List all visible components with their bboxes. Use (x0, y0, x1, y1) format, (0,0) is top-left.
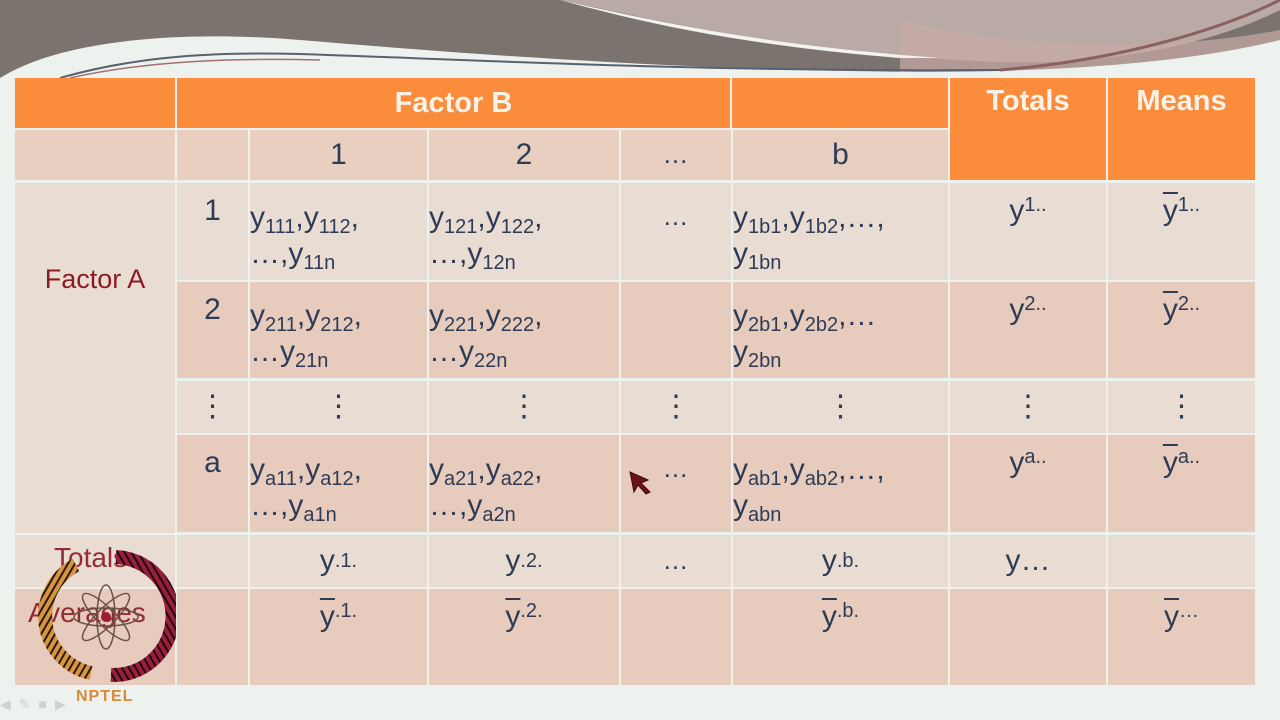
data-cell: ⋮ (733, 381, 948, 433)
averages-row-total-empty (950, 589, 1106, 685)
level-b-2: 2 (429, 130, 619, 180)
data-cell: y221,y222, …y22n (429, 282, 619, 378)
next-slide-icon[interactable]: ▶ (55, 696, 74, 712)
column-average: y .b. (733, 589, 948, 685)
cell-line-2: y2bn (733, 335, 782, 372)
cell-line-2: …y21n (250, 335, 329, 372)
cell-line-2: …,y11n (250, 236, 336, 274)
prev-slide-icon[interactable]: ◀ (0, 696, 19, 712)
subheader-empty-0 (15, 130, 175, 180)
cell-line-1: y211,y212, (250, 299, 362, 336)
cell-line-1: y1b1,y1b2,…, (733, 200, 885, 238)
totals-row-mean-empty (1108, 535, 1255, 587)
data-cell: y1b1,y1b2,…, y1bn (733, 183, 948, 280)
factor-a-level-1: 1 (177, 183, 248, 280)
factor-a-level-2: 2 (177, 282, 248, 378)
row-total: y 1.. (950, 183, 1106, 280)
data-cell: ⋮ (250, 381, 427, 433)
data-cell (621, 282, 731, 378)
data-cell: … (621, 183, 731, 280)
row-total: ⋮ (950, 381, 1106, 433)
grand-mean: y… (1108, 589, 1255, 685)
row-mean: y 1.. (1108, 183, 1255, 280)
grand-total: y… (950, 535, 1106, 587)
cell-line-1: yab1,yab2,…, (733, 452, 885, 490)
column-average: y .1. (250, 589, 427, 685)
header-factor-b-extension (732, 78, 948, 128)
cell-line-1: y111,y112, (250, 200, 359, 238)
data-cell: y111,y112, …,y11n (250, 183, 427, 280)
cell-line-2: …,ya2n (429, 488, 516, 526)
column-average: y .2. (429, 589, 619, 685)
cell-line-1: y121,y122, (429, 200, 543, 238)
cell-line-1: y221,y222, (429, 299, 543, 336)
nptel-logo-text: NPTEL (76, 688, 134, 705)
header-totals: Totals (950, 78, 1106, 180)
column-total: … (621, 535, 731, 587)
cell-line-1: ya21,ya22, (429, 452, 543, 490)
column-total: y .b. (733, 535, 948, 587)
header-corner (15, 78, 175, 128)
factor-a-level-4: a (177, 435, 248, 532)
data-cell: ⋮ (429, 381, 619, 433)
row-mean: ⋮ (1108, 381, 1255, 433)
row-total: y a.. (950, 435, 1106, 532)
data-cell: y211,y212, …y21n (250, 282, 427, 378)
slide-navigation-controls[interactable]: ◀✎■▶ (0, 696, 74, 713)
column-average (621, 589, 731, 685)
cell-line-2: …y22n (429, 335, 508, 372)
row-mean: y 2.. (1108, 282, 1255, 378)
row-mean: y a.. (1108, 435, 1255, 532)
data-cell: y121,y122, …,y12n (429, 183, 619, 280)
column-total: y .2. (429, 535, 619, 587)
cell-line-2: yabn (733, 488, 782, 526)
factor-a-column: Factor A (15, 183, 175, 533)
cell-line-2: …,ya1n (250, 488, 337, 526)
cell-line-2: y1bn (733, 236, 782, 274)
decorative-wave-banner (0, 0, 1280, 78)
averages-row-empty (177, 589, 248, 685)
totals-row-empty (177, 535, 248, 587)
mouse-pointer-icon (629, 471, 651, 495)
column-total: y .1. (250, 535, 427, 587)
cell-line-2: …,y12n (429, 236, 516, 274)
level-b-1: 1 (250, 130, 427, 180)
menu-icon[interactable]: ■ (39, 696, 55, 712)
factor-a-level-3: ⋮ (177, 381, 248, 433)
cell-line-1: ya11,ya12, (250, 452, 362, 490)
level-b-b: b (733, 130, 948, 180)
pen-icon[interactable]: ✎ (19, 696, 39, 712)
data-cell: y2b1,y2b2,… y2bn (733, 282, 948, 378)
data-cell: ⋮ (621, 381, 731, 433)
nptel-logo-icon (38, 550, 176, 683)
header-means: Means (1108, 78, 1255, 180)
header-factor-b: Factor B (177, 78, 730, 128)
subheader-empty-1 (177, 130, 248, 180)
factor-a-label: Factor A (44, 264, 146, 294)
data-cell: yab1,yab2,…, yabn (733, 435, 948, 532)
row-total: y 2.. (950, 282, 1106, 378)
cell-line-1: y2b1,y2b2,… (733, 299, 877, 336)
data-cell: ya21,ya22, …,ya2n (429, 435, 619, 532)
level-b-ellipsis: … (621, 130, 731, 180)
data-cell: ya11,ya12, …,ya1n (250, 435, 427, 532)
two-factor-data-table: Factor B Totals Means 1 2 … b Factor A 1… (15, 78, 1255, 685)
